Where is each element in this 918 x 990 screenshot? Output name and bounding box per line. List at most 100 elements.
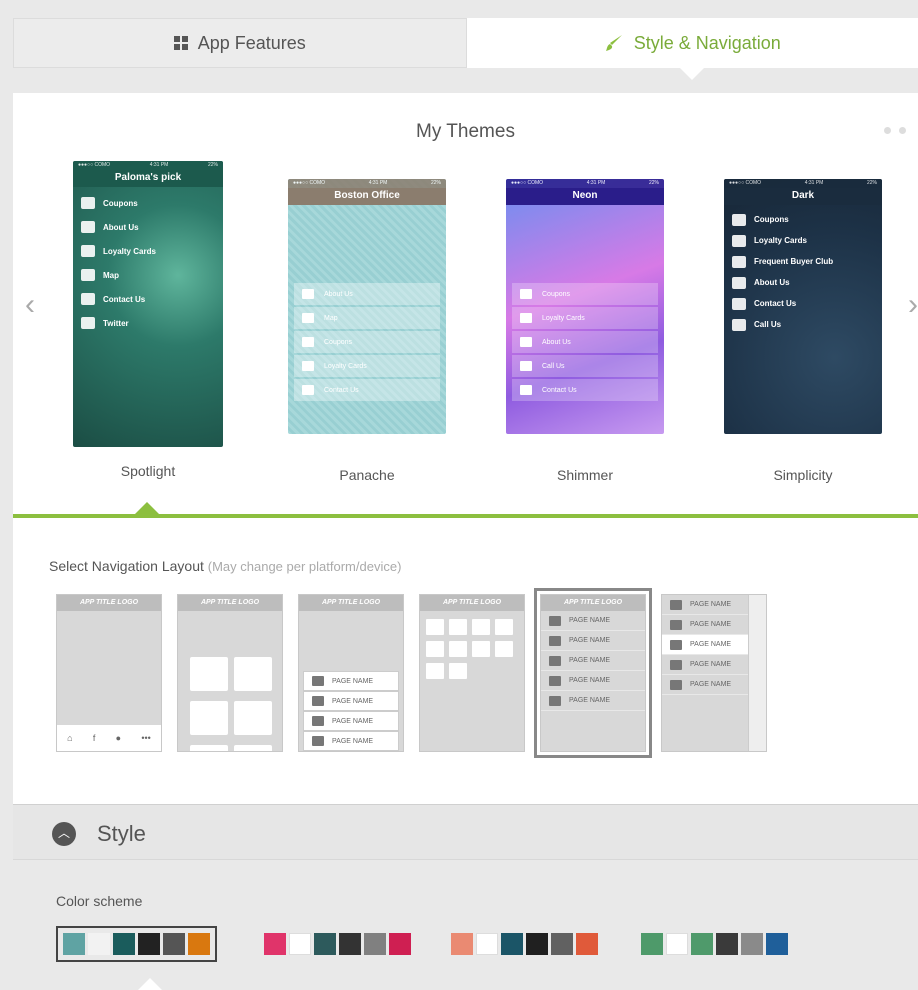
list-item: PAGE NAME <box>541 651 645 671</box>
list-item: Loyalty Cards <box>512 307 658 329</box>
phone-title: Neon <box>506 188 664 205</box>
list-item: Coupons <box>294 331 440 353</box>
theme-shimmer[interactable]: ●●●○○ COMO 4:31 PM 22% Neon Coupons Loyalt… <box>495 161 675 483</box>
grid-icon <box>173 36 188 50</box>
swatch <box>666 933 688 955</box>
theme-preview: ●●●○○ COMO 4:31 PM 22% Neon Coupons Loyalt… <box>506 179 664 434</box>
theme-preview: ●●●○○ COMO 4:31 PM 22% Boston Office About… <box>288 179 446 434</box>
swatch <box>364 933 386 955</box>
layout-big-tiles[interactable]: APP TITLE LOGO <box>177 594 283 752</box>
home-icon <box>190 657 228 691</box>
tab-app-features[interactable]: App Features <box>13 18 467 68</box>
list-item: Contact Us <box>81 287 215 311</box>
menu-icon <box>748 595 766 751</box>
list-item: Call Us <box>512 355 658 377</box>
list-item: Loyalty Cards <box>732 230 874 251</box>
tab-label: App Features <box>197 32 306 53</box>
layout-icon-grid[interactable]: APP TITLE LOGO <box>419 594 525 752</box>
swatch <box>289 933 311 955</box>
swatch <box>641 933 663 955</box>
tile-icon <box>234 745 272 751</box>
layout-side-menu[interactable]: PAGE NAME PAGE NAME PAGE NAME PAGE NAME … <box>661 594 767 752</box>
swatch <box>88 933 110 955</box>
list-item: PAGE NAME <box>303 691 399 711</box>
navigation-panel: Select Navigation Layout (May change per… <box>13 518 918 804</box>
facebook-icon <box>234 657 272 691</box>
chevron-right-icon[interactable]: › <box>908 288 918 322</box>
swatch <box>188 933 210 955</box>
list-item: Call Us <box>732 314 874 335</box>
phone-title: Dark <box>724 188 882 205</box>
facebook-icon: f <box>92 733 96 743</box>
theme-simplicity[interactable]: ●●●○○ COMO 4:31 PM 22% Dark Coupons Loyalt… <box>713 161 893 483</box>
phone-title: Boston Office <box>288 188 446 205</box>
list-item: About Us <box>512 331 658 353</box>
brush-icon <box>605 35 622 51</box>
theme-preview: ●●●○○ COMO 4:31 PM 22% Dark Coupons Loyalt… <box>724 179 882 434</box>
themes-panel: My Themes ‹ › ●●●○○ COMO 4:31 PM 22% Palom… <box>13 93 918 518</box>
swatch <box>63 933 85 955</box>
swatch <box>113 933 135 955</box>
list-item: Frequent Buyer Club <box>732 251 874 272</box>
list-item: PAGE NAME <box>541 611 645 631</box>
tab-bar: App Features Style & Navigation <box>13 18 918 80</box>
theme-preview: ●●●○○ COMO 4:31 PM 22% Paloma's pick Coupo… <box>73 161 223 447</box>
style-section-header[interactable]: ︿ Style <box>13 804 918 860</box>
list-item: About Us <box>294 283 440 305</box>
tab-label: Style & Navigation <box>633 32 781 53</box>
swatch <box>163 933 185 955</box>
tile-icon <box>190 745 228 751</box>
swatch <box>451 933 473 955</box>
swatch <box>389 933 411 955</box>
list-item: Map <box>294 307 440 329</box>
style-title: Style <box>97 821 146 846</box>
nav-subtitle: (May change per platform/device) <box>207 559 402 574</box>
color-scheme-1[interactable] <box>56 926 217 962</box>
pager-dots[interactable] <box>884 127 906 134</box>
swatch <box>526 933 548 955</box>
theme-panache[interactable]: ●●●○○ COMO 4:31 PM 22% Boston Office About… <box>277 161 457 483</box>
list-item: Twitter <box>81 311 215 335</box>
list-item: Coupons <box>81 191 215 215</box>
more-icon: ••• <box>141 733 151 743</box>
list-item: About Us <box>81 215 215 239</box>
list-item: About Us <box>732 272 874 293</box>
theme-spotlight[interactable]: ●●●○○ COMO 4:31 PM 22% Paloma's pick Coupo… <box>58 161 238 479</box>
color-scheme-2[interactable] <box>264 933 411 955</box>
chevron-up-icon[interactable]: ︿ <box>52 822 76 846</box>
list-item: PAGE NAME <box>303 671 399 691</box>
list-item: PAGE NAME <box>541 691 645 711</box>
list-item: Contact Us <box>294 379 440 401</box>
theme-label: Simplicity <box>773 467 833 483</box>
themes-title: My Themes <box>416 121 515 142</box>
list-item: Coupons <box>732 209 874 230</box>
nav-title: Select Navigation Layout (May change per… <box>49 558 402 574</box>
list-item: PAGE NAME <box>541 631 645 651</box>
swatch <box>476 933 498 955</box>
theme-label: Panache <box>339 467 395 483</box>
list-item: Coupons <box>512 283 658 305</box>
layout-full-list[interactable]: APP TITLE LOGO PAGE NAME PAGE NAME PAGE … <box>534 588 652 758</box>
swatch <box>264 933 286 955</box>
swatch <box>551 933 573 955</box>
layout-tabbar[interactable]: APP TITLE LOGO ⌂ f ● ••• <box>56 594 162 752</box>
swatch <box>716 933 738 955</box>
list-item: Map <box>81 263 215 287</box>
swatch <box>741 933 763 955</box>
layout-bottom-list[interactable]: APP TITLE LOGO PAGE NAME PAGE NAME PAGE … <box>298 594 404 752</box>
selected-scheme-indicator <box>138 978 162 990</box>
list-item: Contact Us <box>512 379 658 401</box>
tab-style-navigation[interactable]: Style & Navigation <box>466 18 918 80</box>
chevron-left-icon[interactable]: ‹ <box>25 288 35 322</box>
list-item: PAGE NAME <box>303 731 399 751</box>
list-item: PAGE NAME <box>541 671 645 691</box>
swatch <box>576 933 598 955</box>
swatch <box>138 933 160 955</box>
map-pin-icon <box>234 701 272 735</box>
phone-title: Paloma's pick <box>73 170 223 187</box>
color-scheme-3[interactable] <box>451 933 598 955</box>
color-scheme-4[interactable] <box>641 933 788 955</box>
swatch <box>766 933 788 955</box>
swatch <box>314 933 336 955</box>
list-item: Loyalty Cards <box>294 355 440 377</box>
